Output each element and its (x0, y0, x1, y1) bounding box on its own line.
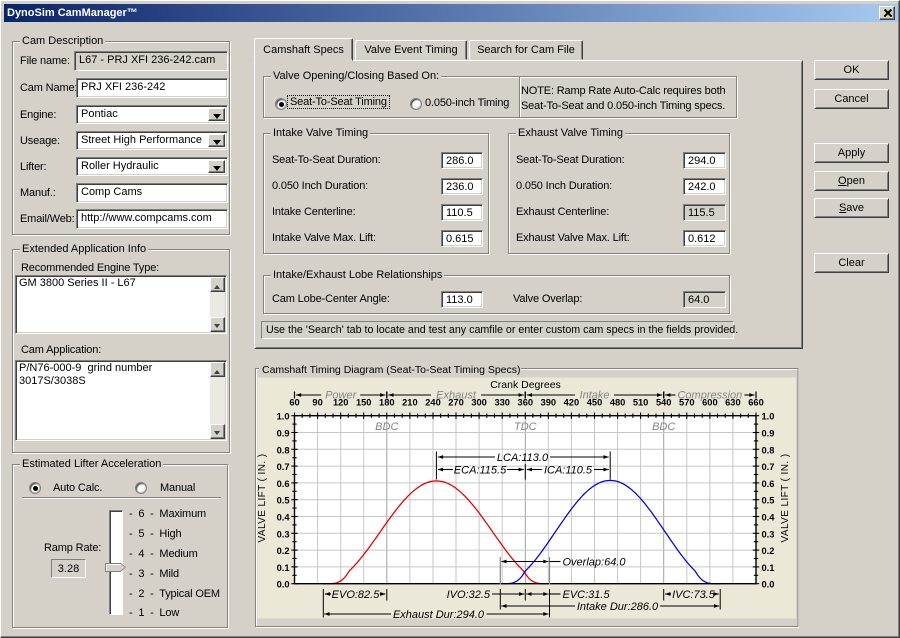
svg-text:0.1: 0.1 (277, 563, 290, 573)
svg-text:0.8: 0.8 (762, 445, 775, 455)
svg-text:420: 420 (564, 398, 580, 408)
svg-text:IVO:32.5: IVO:32.5 (447, 589, 491, 601)
svg-text:Exhaust: Exhaust (436, 390, 477, 402)
svg-text:330: 330 (494, 398, 510, 408)
svg-text:BDC: BDC (375, 421, 398, 433)
svg-text:Intake Dur:286.0: Intake Dur:286.0 (577, 601, 659, 613)
svg-text:0.4: 0.4 (277, 513, 291, 523)
svg-text:0.9: 0.9 (277, 429, 290, 439)
svg-text:0.2: 0.2 (762, 546, 775, 556)
svg-text:540: 540 (656, 398, 672, 408)
svg-text:150: 150 (356, 398, 372, 408)
svg-text:Intake: Intake (580, 390, 610, 402)
svg-text:0.8: 0.8 (277, 445, 290, 455)
svg-text:0.0: 0.0 (762, 580, 775, 590)
svg-text:VALVE LIFT ( IN. ): VALVE LIFT ( IN. ) (780, 454, 791, 543)
svg-text:EVO:82.5: EVO:82.5 (332, 589, 381, 601)
svg-text:Power: Power (325, 390, 358, 402)
svg-text:1.0: 1.0 (277, 412, 290, 422)
svg-text:210: 210 (402, 398, 418, 408)
svg-text:90: 90 (312, 398, 322, 408)
svg-text:1.0: 1.0 (762, 412, 775, 422)
svg-text:ECA:115.5: ECA:115.5 (454, 465, 507, 477)
svg-text:0.1: 0.1 (762, 563, 775, 573)
svg-text:0.6: 0.6 (762, 479, 775, 489)
svg-text:0.0: 0.0 (277, 580, 290, 590)
svg-text:TDC: TDC (514, 421, 537, 433)
svg-text:510: 510 (633, 398, 649, 408)
svg-text:IVC:73.5: IVC:73.5 (672, 589, 716, 601)
svg-text:Compression: Compression (677, 390, 742, 402)
svg-text:0.2: 0.2 (277, 546, 290, 556)
svg-text:0.9: 0.9 (762, 429, 775, 439)
svg-text:0.4: 0.4 (762, 513, 776, 523)
svg-text:Exhaust Dur:294.0: Exhaust Dur:294.0 (393, 609, 485, 621)
svg-text:Overlap:64.0: Overlap:64.0 (563, 557, 627, 569)
svg-text:60: 60 (289, 398, 299, 408)
svg-text:0.6: 0.6 (277, 479, 290, 489)
svg-text:0.3: 0.3 (762, 529, 775, 539)
svg-text:0.5: 0.5 (762, 496, 775, 506)
svg-text:EVC:31.5: EVC:31.5 (563, 589, 611, 601)
svg-text:390: 390 (541, 398, 557, 408)
svg-text:BDC: BDC (652, 421, 675, 433)
svg-text:0.7: 0.7 (277, 462, 290, 472)
svg-text:Crank Degrees: Crank Degrees (490, 379, 561, 391)
svg-text:360: 360 (518, 398, 534, 408)
svg-text:ICA:110.5: ICA:110.5 (544, 465, 593, 477)
svg-text:0.7: 0.7 (762, 462, 775, 472)
svg-text:VALVE LIFT ( IN. ): VALVE LIFT ( IN. ) (257, 454, 268, 543)
svg-text:660: 660 (748, 398, 764, 408)
svg-text:Camshaft Timing Diagram (Seat-: Camshaft Timing Diagram (Seat-To-Seat Ti… (262, 364, 521, 376)
svg-text:180: 180 (379, 398, 395, 408)
svg-text:0.3: 0.3 (277, 529, 290, 539)
svg-text:480: 480 (610, 398, 626, 408)
svg-text:0.5: 0.5 (277, 496, 290, 506)
svg-text:LCA:113.0: LCA:113.0 (497, 452, 549, 464)
